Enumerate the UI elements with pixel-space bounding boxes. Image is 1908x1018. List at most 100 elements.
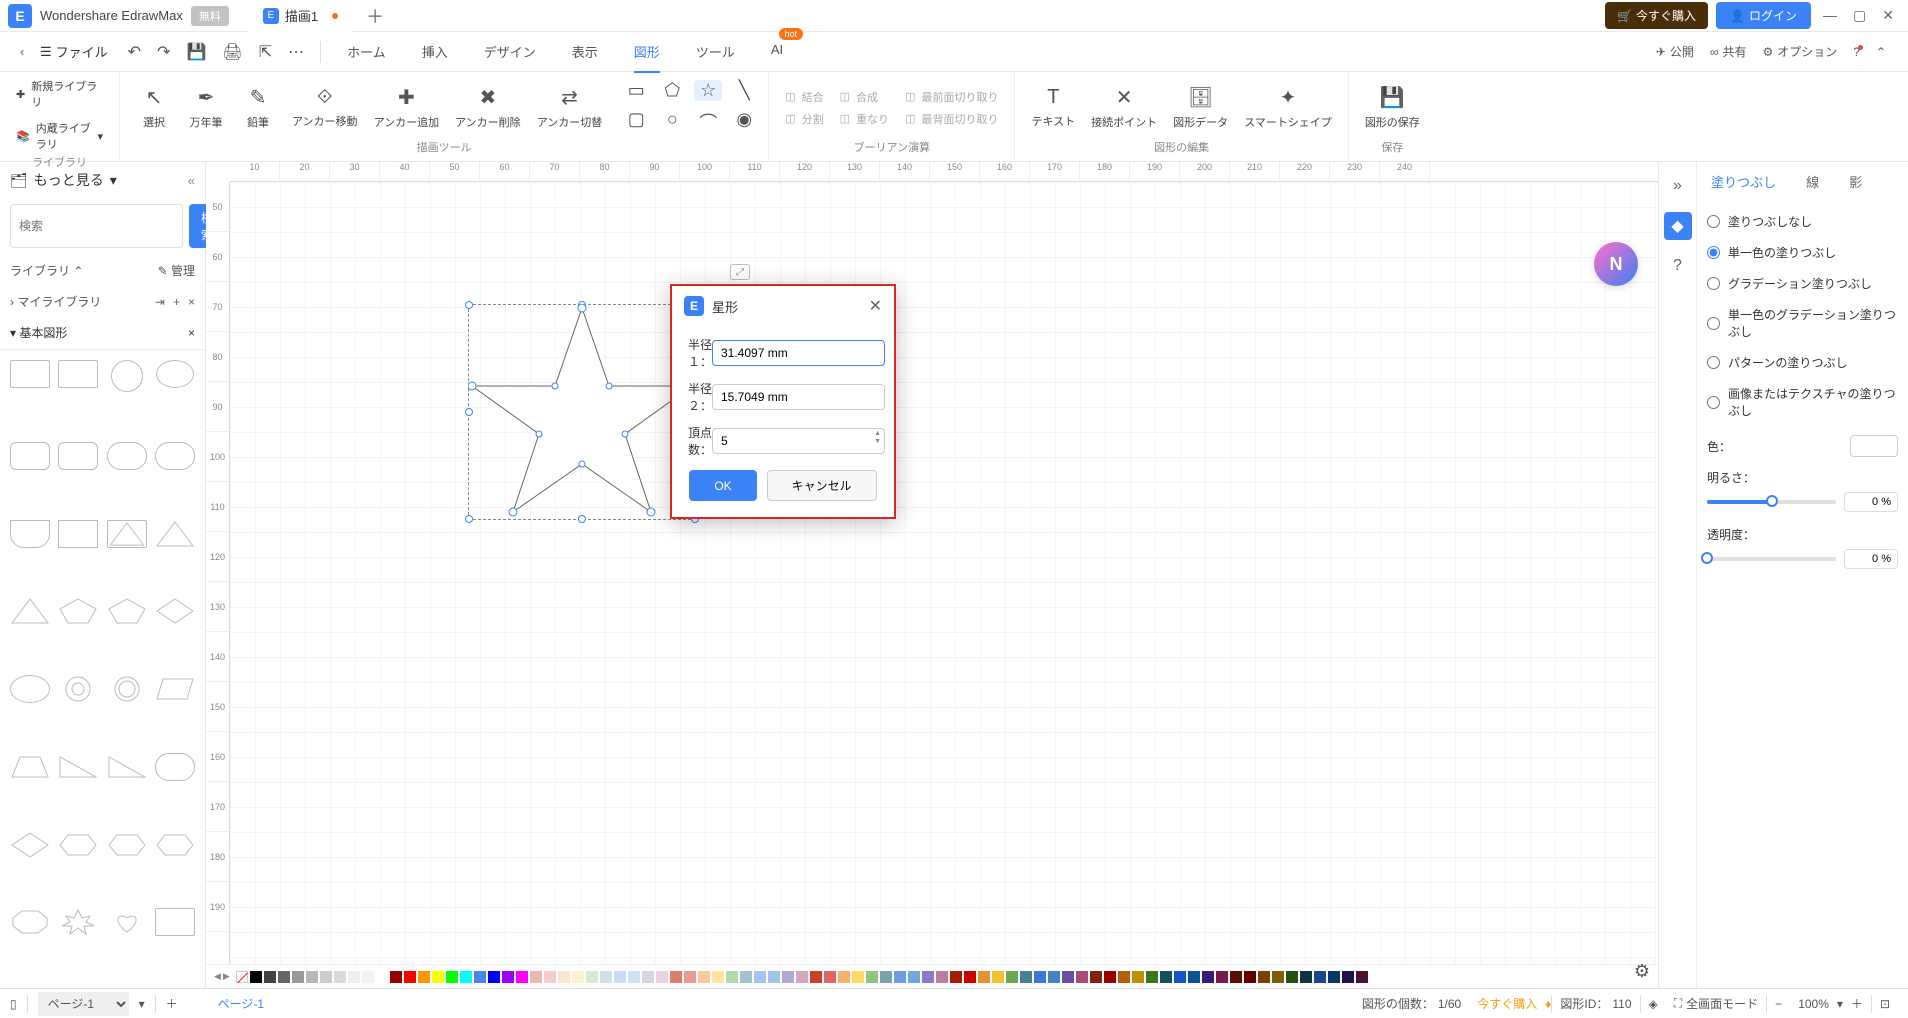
- color-swatch[interactable]: [1356, 971, 1368, 983]
- import-lib-icon[interactable]: ⇥: [155, 295, 165, 309]
- color-swatch[interactable]: [1118, 971, 1130, 983]
- fit-button[interactable]: ⊡: [1880, 997, 1890, 1011]
- palette-ring[interactable]: [107, 675, 147, 703]
- zoom-out-button[interactable]: −: [1775, 997, 1782, 1011]
- menu-home[interactable]: ホーム: [347, 34, 386, 69]
- palette-triangle[interactable]: [107, 520, 147, 548]
- color-swatch[interactable]: [418, 971, 430, 983]
- color-swatch[interactable]: [698, 971, 710, 983]
- color-swatch[interactable]: [726, 971, 738, 983]
- color-swatch[interactable]: [712, 971, 724, 983]
- zoom-dropdown-icon[interactable]: ▾: [1837, 997, 1843, 1011]
- color-swatch[interactable]: [362, 971, 374, 983]
- color-swatch[interactable]: [390, 971, 402, 983]
- color-swatch[interactable]: [572, 971, 584, 983]
- back-clip-button[interactable]: ◫最背面切り取り: [899, 109, 1004, 129]
- search-input[interactable]: [10, 204, 183, 248]
- buy-now-link[interactable]: 今すぐ購入: [1477, 995, 1537, 1012]
- palette-capsule[interactable]: [107, 442, 147, 470]
- color-swatch[interactable]: [922, 971, 934, 983]
- palette-burst[interactable]: [58, 908, 98, 936]
- palette-parallelogram[interactable]: [155, 675, 195, 703]
- color-swatch[interactable]: [334, 971, 346, 983]
- color-swatch[interactable]: [1104, 971, 1116, 983]
- color-swatch[interactable]: [460, 971, 472, 983]
- palette-circle[interactable]: [111, 360, 143, 392]
- radius2-input[interactable]: [712, 384, 885, 410]
- color-swatch[interactable]: [264, 971, 276, 983]
- color-swatch[interactable]: [432, 971, 444, 983]
- help-tab-icon[interactable]: ?: [1664, 252, 1692, 280]
- layers-icon[interactable]: ◈: [1649, 997, 1658, 1011]
- buy-button[interactable]: 🛒 今すぐ購入: [1605, 2, 1708, 29]
- vertices-up[interactable]: ▲: [874, 430, 881, 438]
- fill-image-option[interactable]: 画像またはテクスチャの塗りつぶし: [1707, 385, 1898, 419]
- opacity-slider[interactable]: [1707, 557, 1836, 561]
- document-tab[interactable]: E 描画1: [249, 0, 352, 32]
- more-button[interactable]: 🗂 もっと見る ▾: [10, 170, 117, 190]
- color-swatch[interactable]: [502, 971, 514, 983]
- color-prev[interactable]: ◀: [214, 971, 221, 982]
- color-swatch[interactable]: [908, 971, 920, 983]
- color-swatch[interactable]: [348, 971, 360, 983]
- color-swatch[interactable]: [880, 971, 892, 983]
- color-swatch[interactable]: [1006, 971, 1018, 983]
- palette-hex3[interactable]: [155, 831, 195, 859]
- color-swatch[interactable]: [1188, 971, 1200, 983]
- color-swatch[interactable]: [1300, 971, 1312, 983]
- menu-shape[interactable]: 図形: [634, 34, 660, 69]
- color-swatch[interactable]: [278, 971, 290, 983]
- combine-button[interactable]: ◫結合: [779, 87, 829, 107]
- opacity-value[interactable]: [1844, 549, 1898, 569]
- export-button[interactable]: ⇱: [259, 42, 272, 62]
- redo-button[interactable]: ↷: [157, 42, 170, 62]
- color-swatch[interactable]: [1216, 971, 1228, 983]
- color-swatch[interactable]: [1062, 971, 1074, 983]
- palette-rect[interactable]: [10, 360, 50, 388]
- palette-rtriangle2[interactable]: [107, 753, 147, 781]
- overlap-button[interactable]: ◫重なり: [834, 109, 895, 129]
- page-select[interactable]: ページ-1: [38, 992, 129, 1016]
- color-swatch[interactable]: [768, 971, 780, 983]
- rect-shape[interactable]: ▭: [622, 80, 650, 101]
- color-swatch[interactable]: [404, 971, 416, 983]
- menu-insert[interactable]: 挿入: [422, 34, 448, 69]
- pen-tool[interactable]: ✒万年筆: [182, 81, 230, 134]
- zoom-in-button[interactable]: ＋: [1851, 995, 1863, 1012]
- expand-panel-button[interactable]: »: [1664, 172, 1692, 200]
- color-swatch[interactable]: [1202, 971, 1214, 983]
- fill-tab-icon[interactable]: ◆: [1664, 212, 1692, 240]
- color-swatch[interactable]: [628, 971, 640, 983]
- color-swatch[interactable]: [558, 971, 570, 983]
- color-swatch[interactable]: [1020, 971, 1032, 983]
- color-swatch[interactable]: [782, 971, 794, 983]
- palette-pill[interactable]: [155, 753, 195, 781]
- connect-point-button[interactable]: ✕接続ポイント: [1085, 81, 1163, 134]
- color-swatch[interactable]: [656, 971, 668, 983]
- palette-pentagon2[interactable]: [107, 597, 147, 625]
- circle-shape[interactable]: ○: [658, 109, 686, 135]
- star-shape-instance[interactable]: [468, 304, 696, 520]
- more-qat-button[interactable]: ⋯: [288, 42, 304, 62]
- zoom-value[interactable]: 100%: [1798, 997, 1829, 1011]
- line-tab[interactable]: 線: [1806, 172, 1819, 197]
- color-swatch[interactable]: [684, 971, 696, 983]
- canvas-action-button[interactable]: ⤢: [730, 264, 750, 280]
- collapse-ribbon-button[interactable]: ⌃: [1876, 45, 1886, 59]
- shadow-tab[interactable]: 影: [1849, 172, 1862, 197]
- brightness-value[interactable]: [1844, 492, 1898, 512]
- palette-diamond2[interactable]: [10, 831, 50, 859]
- save-shape-button[interactable]: 💾図形の保存: [1359, 81, 1426, 134]
- palette-pentagon[interactable]: [58, 597, 98, 625]
- color-swatch[interactable]: [600, 971, 612, 983]
- anchor-delete-tool[interactable]: ✖アンカー削除: [449, 81, 527, 134]
- select-tool[interactable]: ↖選択: [130, 81, 178, 134]
- palette-rtriangle[interactable]: [58, 753, 98, 781]
- color-swatch[interactable]: [964, 971, 976, 983]
- color-swatch[interactable]: [1048, 971, 1060, 983]
- ok-button[interactable]: OK: [689, 470, 756, 501]
- color-swatch[interactable]: [474, 971, 486, 983]
- palette-diamond[interactable]: [155, 597, 195, 625]
- login-button[interactable]: 👤 ログイン: [1716, 2, 1811, 29]
- fill-solid-option[interactable]: 単一色の塗りつぶし: [1707, 244, 1898, 261]
